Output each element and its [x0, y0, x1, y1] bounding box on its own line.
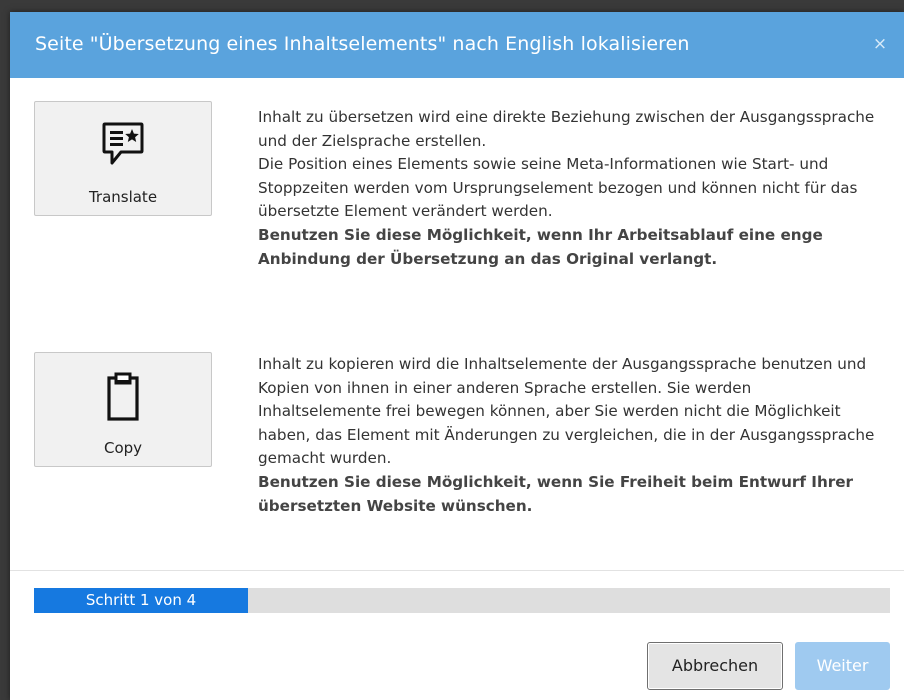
progress-text: Schritt 1 von 4 [85, 591, 197, 609]
translate-button[interactable]: Translate [34, 101, 212, 216]
copy-label: Copy [103, 439, 143, 457]
close-icon[interactable]: × [870, 34, 890, 54]
next-button[interactable]: Weiter [795, 642, 890, 690]
translate-desc-line-2: Die Position eines Elements sowie seine … [258, 155, 858, 221]
translate-emphasis: Benutzen Sie diese Möglichkeit, wenn Ihr… [258, 225, 823, 268]
localize-dialog: Seite "Übersetzung eines Inhaltselements… [10, 12, 904, 700]
dialog-title: Seite "Übersetzung eines Inhaltselements… [35, 33, 690, 55]
chat-star-icon [101, 120, 145, 172]
translate-label: Translate [88, 188, 158, 206]
translate-description: Inhalt zu übersetzen wird eine direkte B… [258, 106, 878, 271]
copy-emphasis: Benutzen Sie diese Möglichkeit, wenn Sie… [258, 472, 854, 515]
translate-desc-line-1: Inhalt zu übersetzen wird eine direkte B… [258, 108, 875, 150]
copy-button[interactable]: Copy [34, 352, 212, 467]
cancel-button[interactable]: Abbrechen [647, 642, 783, 690]
copy-desc-line-1: Inhalt zu kopieren wird die Inhaltseleme… [258, 355, 875, 468]
copy-description: Inhalt zu kopieren wird die Inhaltseleme… [258, 353, 878, 518]
clipboard-icon [103, 371, 143, 427]
progress-bar: Schritt 1 von 4 [34, 588, 890, 613]
footer-divider [10, 570, 904, 571]
dialog-header: Seite "Übersetzung eines Inhaltselements… [10, 12, 904, 78]
